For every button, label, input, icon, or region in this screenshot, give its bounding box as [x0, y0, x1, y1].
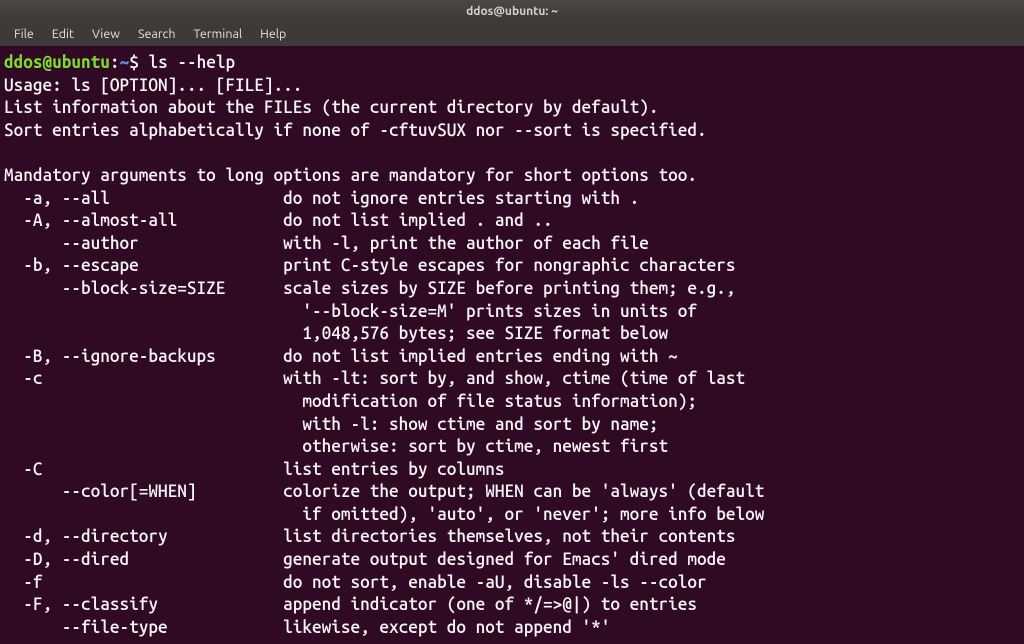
- terminal-window: ddos@ubuntu: ~ File Edit View Search Ter…: [0, 0, 1024, 644]
- output-line: -B, --ignore-backups do not list implied…: [4, 347, 678, 366]
- output-line: --author with -l, print the author of ea…: [4, 234, 649, 253]
- output-line: --file-type likewise, except do not appe…: [4, 618, 610, 637]
- output-line: -f do not sort, enable -aU, disable -ls …: [4, 573, 707, 592]
- output-line: --color[=WHEN] colorize the output; WHEN…: [4, 482, 764, 501]
- menu-view[interactable]: View: [84, 25, 128, 43]
- output-line: modification of file status information)…: [4, 392, 697, 411]
- menu-help[interactable]: Help: [252, 25, 294, 43]
- window-titlebar[interactable]: ddos@ubuntu: ~: [0, 0, 1024, 22]
- output-line: if omitted), 'auto', or 'never'; more in…: [4, 505, 764, 524]
- menubar: File Edit View Search Terminal Help: [0, 22, 1024, 46]
- menu-file[interactable]: File: [6, 25, 42, 43]
- output-line: List information about the FILEs (the cu…: [4, 98, 659, 117]
- prompt-path: ~: [120, 53, 130, 72]
- menu-edit[interactable]: Edit: [44, 25, 82, 43]
- terminal-viewport[interactable]: ddos@ubuntu:~$ ls --help Usage: ls [OPTI…: [0, 46, 1024, 644]
- prompt-host: ubuntu: [52, 53, 110, 72]
- output-line: '--block-size=M' prints sizes in units o…: [4, 302, 697, 321]
- prompt-at: @: [43, 53, 53, 72]
- prompt-command: ls --help: [148, 53, 235, 72]
- output-line: -d, --directory list directories themsel…: [4, 527, 736, 546]
- output-line: -A, --almost-all do not list implied . a…: [4, 211, 553, 230]
- prompt-colon: :: [110, 53, 120, 72]
- output-line: -a, --all do not ignore entries starting…: [4, 189, 639, 208]
- window-title: ddos@ubuntu: ~: [466, 5, 558, 18]
- output-line: otherwise: sort by ctime, newest first: [4, 437, 668, 456]
- menu-terminal[interactable]: Terminal: [186, 25, 251, 43]
- prompt-user: ddos: [4, 53, 43, 72]
- prompt-dollar: $: [129, 53, 148, 72]
- output-line: Mandatory arguments to long options are …: [4, 166, 697, 185]
- output-line: --block-size=SIZE scale sizes by SIZE be…: [4, 279, 736, 298]
- output-line: -b, --escape print C-style escapes for n…: [4, 256, 736, 275]
- output-line: with -l: show ctime and sort by name;: [4, 415, 659, 434]
- menu-search[interactable]: Search: [130, 25, 184, 43]
- output-line: Sort entries alphabetically if none of -…: [4, 121, 707, 140]
- output-line: -C list entries by columns: [4, 460, 505, 479]
- output-line: 1,048,576 bytes; see SIZE format below: [4, 324, 668, 343]
- output-line: -D, --dired generate output designed for…: [4, 550, 726, 569]
- output-line: -F, --classify append indicator (one of …: [4, 595, 697, 614]
- output-line: -c with -lt: sort by, and show, ctime (t…: [4, 369, 745, 388]
- output-line: Usage: ls [OPTION]... [FILE]...: [4, 76, 302, 95]
